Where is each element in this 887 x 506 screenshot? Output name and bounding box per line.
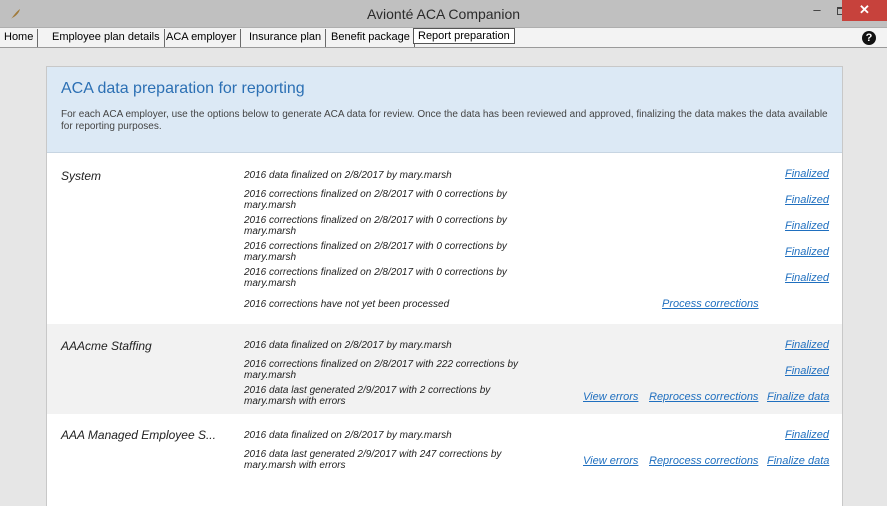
- help-icon[interactable]: ?: [862, 31, 876, 45]
- tab-benefit-package[interactable]: Benefit package: [327, 29, 415, 47]
- close-button[interactable]: ✕: [842, 0, 887, 21]
- status-text: 2016 data finalized on 2/8/2017 by mary.…: [244, 170, 452, 181]
- panel-description: For each ACA employer, use the options b…: [61, 109, 828, 132]
- finalize-data-link[interactable]: Finalize data: [767, 391, 829, 403]
- panel-title: ACA data preparation for reporting: [61, 80, 305, 97]
- employer-section-system: System 2016 data finalized on 2/8/2017 b…: [47, 154, 842, 324]
- process-corrections-link[interactable]: Process corrections: [662, 298, 759, 310]
- reprocess-corrections-link[interactable]: Reprocess corrections: [649, 455, 758, 467]
- minimize-button[interactable]: –: [804, 0, 830, 21]
- report-preparation-panel: ACA data preparation for reporting For e…: [46, 66, 843, 506]
- finalized-link[interactable]: Finalized: [785, 246, 829, 258]
- finalize-data-link[interactable]: Finalize data: [767, 455, 829, 467]
- finalized-link[interactable]: Finalized: [785, 220, 829, 232]
- view-errors-link[interactable]: View errors: [583, 455, 638, 467]
- status-text: 2016 data finalized on 2/8/2017 by mary.…: [244, 340, 452, 351]
- status-text: 2016 corrections finalized on 2/8/2017 w…: [244, 267, 507, 289]
- status-text: 2016 data last generated 2/9/2017 with 2…: [244, 385, 491, 407]
- tab-report-preparation[interactable]: Report preparation: [413, 28, 515, 44]
- panel-header: ACA data preparation for reporting For e…: [47, 67, 842, 153]
- status-text: 2016 corrections finalized on 2/8/2017 w…: [244, 215, 507, 237]
- content-area: ACA data preparation for reporting For e…: [0, 48, 887, 506]
- employer-section-aaa-managed: AAA Managed Employee S... 2016 data fina…: [47, 414, 842, 506]
- tab-aca-employer[interactable]: ACA employer: [162, 29, 242, 47]
- finalized-link[interactable]: Finalized: [785, 168, 829, 180]
- tab-insurance-plan[interactable]: Insurance plan: [245, 29, 327, 47]
- status-text: 2016 data finalized on 2/8/2017 by mary.…: [244, 430, 452, 441]
- status-text: 2016 corrections finalized on 2/8/2017 w…: [244, 241, 507, 263]
- tab-home[interactable]: Home: [0, 29, 39, 47]
- view-errors-link[interactable]: View errors: [583, 391, 638, 403]
- status-text: 2016 data last generated 2/9/2017 with 2…: [244, 449, 502, 471]
- status-text: 2016 corrections finalized on 2/8/2017 w…: [244, 189, 507, 211]
- window-title: Avionté ACA Companion: [366, 6, 521, 22]
- finalized-link[interactable]: Finalized: [785, 429, 829, 441]
- reprocess-corrections-link[interactable]: Reprocess corrections: [649, 391, 758, 403]
- status-text: 2016 corrections have not yet been proce…: [244, 299, 450, 310]
- finalized-link[interactable]: Finalized: [785, 365, 829, 377]
- finalized-link[interactable]: Finalized: [785, 194, 829, 206]
- status-text: 2016 corrections finalized on 2/8/2017 w…: [244, 359, 519, 381]
- employer-name: AAA Managed Employee S...: [61, 428, 216, 442]
- title-bar: Avionté ACA Companion – ✕: [0, 0, 887, 28]
- employer-section-aaacme-staffing: AAAcme Staffing 2016 data finalized on 2…: [47, 324, 842, 414]
- finalized-link[interactable]: Finalized: [785, 272, 829, 284]
- finalized-link[interactable]: Finalized: [785, 339, 829, 351]
- tab-employee-plan-details[interactable]: Employee plan details: [48, 29, 165, 47]
- tab-bar: Home Employee plan details ACA employer …: [0, 28, 887, 48]
- employer-name: System: [61, 169, 102, 183]
- employer-name: AAAcme Staffing: [61, 339, 152, 353]
